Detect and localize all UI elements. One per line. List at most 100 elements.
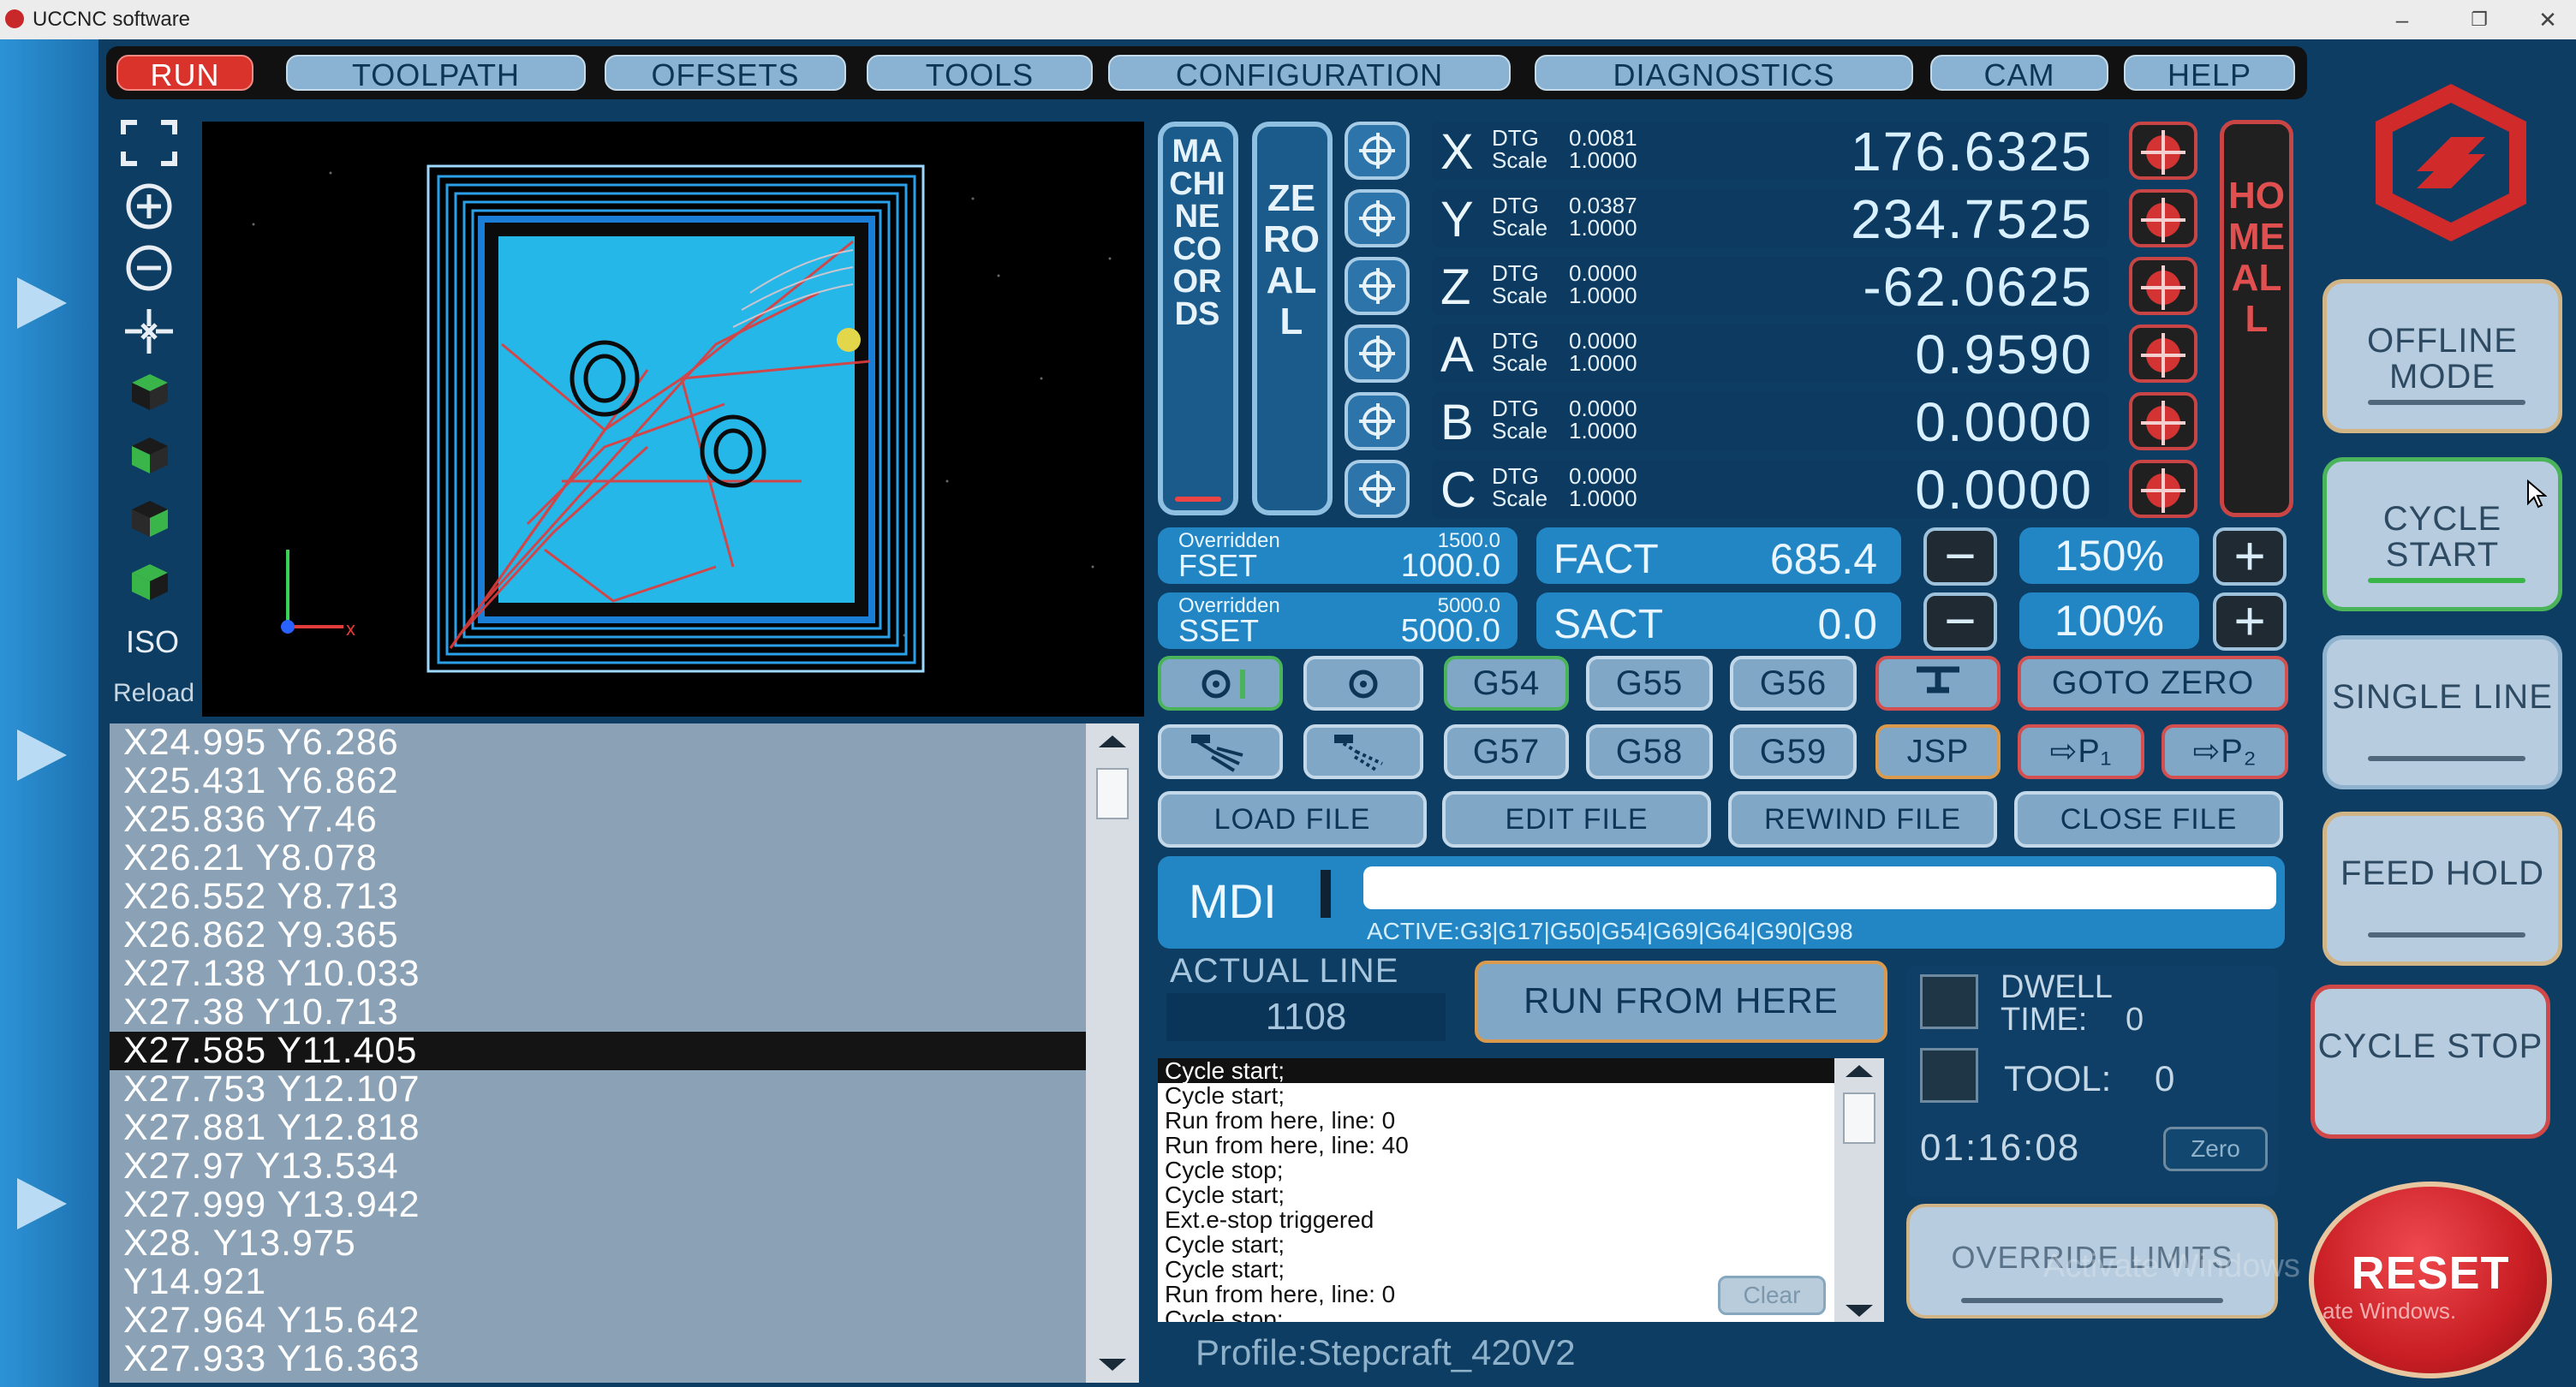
gcode-line[interactable]: X27.753 Y12.107 [110, 1070, 1086, 1109]
zero-z-button[interactable] [1345, 257, 1410, 315]
load-file-button[interactable]: LOAD FILE [1158, 791, 1427, 848]
scroll-thumb[interactable] [1096, 768, 1129, 819]
spindle-override-value[interactable]: 100% [2019, 592, 2199, 649]
close-file-button[interactable]: CLOSE FILE [2014, 791, 2283, 848]
fset-value[interactable]: 1000.0 [1401, 548, 1500, 585]
axis-position-value[interactable]: 0.0000 [1915, 461, 2093, 518]
gcode-line[interactable]: X27.933 Y16.363 [110, 1340, 1086, 1378]
axis-position-value[interactable]: 176.6325 [1851, 123, 2093, 180]
gcode-line[interactable]: X27.964 Y15.642 [110, 1301, 1086, 1340]
zero-a-button[interactable] [1345, 324, 1410, 383]
sset-value[interactable]: 5000.0 [1401, 613, 1500, 650]
zero-x-button[interactable] [1345, 122, 1410, 180]
toolpath-viewport[interactable]: x [202, 122, 1144, 717]
view-top-cube-icon[interactable] [128, 371, 171, 414]
gcode-line[interactable]: X27.38 Y10.713 [110, 993, 1086, 1032]
zero-c-button[interactable] [1345, 460, 1410, 518]
home-y-button[interactable] [2129, 189, 2197, 247]
g57-button[interactable]: G57 [1444, 724, 1569, 779]
zero-y-button[interactable] [1345, 189, 1410, 247]
view-side-cube-icon[interactable] [128, 497, 171, 540]
tab-toolpath[interactable]: TOOLPATH [286, 55, 586, 92]
pan-center-icon[interactable] [118, 306, 180, 357]
scale-value[interactable]: 1.0000 [1569, 420, 1637, 442]
gcode-line[interactable]: X27.999 Y13.942 [110, 1186, 1086, 1224]
message-log[interactable]: Cycle start; Cycle start; Run from here,… [1158, 1058, 1834, 1322]
tab-diagnostics[interactable]: DIAGNOSTICS [1535, 55, 1913, 92]
g55-button[interactable]: G55 [1586, 656, 1713, 711]
g56-button[interactable]: G56 [1730, 656, 1857, 711]
gcode-line[interactable]: X27.881 Y12.818 [110, 1109, 1086, 1147]
maximize-button[interactable]: ❐ [2449, 0, 2509, 39]
gcode-line[interactable]: X26.21 Y8.078 [110, 839, 1086, 878]
home-c-button[interactable] [2129, 460, 2197, 518]
goto-p2-button[interactable]: ⇨P₂ [2162, 724, 2288, 779]
gcode-line[interactable]: X26.862 Y9.365 [110, 916, 1086, 955]
scale-value[interactable]: 1.0000 [1569, 487, 1637, 509]
home-b-button[interactable] [2129, 392, 2197, 450]
clear-log-button[interactable]: Clear [1718, 1276, 1826, 1315]
view-iso-cube-icon[interactable] [128, 561, 171, 604]
probe-button[interactable] [1875, 656, 2001, 711]
rewind-file-button[interactable]: REWIND FILE [1728, 791, 1997, 848]
tab-offsets[interactable]: OFFSETS [605, 55, 846, 92]
goto-zero-button[interactable]: GOTO ZERO [2018, 656, 2288, 711]
view-front-cube-icon[interactable] [128, 434, 171, 477]
tab-run[interactable]: RUN [116, 55, 253, 92]
scroll-down-icon[interactable] [1846, 1305, 1873, 1317]
coolant-flood-button[interactable] [1158, 724, 1283, 779]
axis-position-value[interactable]: 0.9590 [1915, 326, 2093, 383]
feed-minus-button[interactable]: − [1923, 527, 1997, 586]
gcode-line[interactable]: X24.995 Y6.286 [110, 723, 1086, 762]
tab-tools[interactable]: TOOLS [867, 55, 1093, 92]
expand-arrow-icon[interactable] [17, 1178, 67, 1229]
expand-arrow-icon[interactable] [17, 729, 67, 781]
goto-p1-button[interactable]: ⇨P₁ [2018, 724, 2144, 779]
timer-zero-button[interactable]: Zero [2163, 1127, 2268, 1171]
log-scrollbar[interactable] [1834, 1058, 1884, 1322]
fset-box[interactable]: Overridden 1500.0 FSET 1000.0 [1158, 527, 1518, 584]
feed-plus-button[interactable]: + [2213, 527, 2287, 586]
feed-hold-button[interactable]: FEED HOLD [2323, 812, 2562, 966]
close-button[interactable]: ✕ [2518, 0, 2576, 39]
reload-button[interactable]: Reload [113, 679, 194, 708]
offline-mode-button[interactable]: OFFLINE MODE [2323, 279, 2562, 433]
g58-button[interactable]: G58 [1586, 724, 1713, 779]
home-x-button[interactable] [2129, 122, 2197, 180]
gcode-line[interactable]: X27.138 Y10.033 [110, 955, 1086, 993]
spindle-ccw-button[interactable] [1303, 656, 1423, 711]
mdi-input[interactable] [1363, 866, 2276, 909]
run-from-here-button[interactable]: RUN FROM HERE [1475, 961, 1887, 1043]
single-line-button[interactable]: SINGLE LINE [2323, 635, 2562, 789]
gcode-line[interactable]: X25.836 Y7.46 [110, 801, 1086, 839]
scroll-up-icon[interactable] [1099, 735, 1126, 747]
expand-arrow-icon[interactable] [17, 277, 67, 329]
feed-override-value[interactable]: 150% [2019, 527, 2199, 584]
scale-value[interactable]: 1.0000 [1569, 217, 1637, 239]
gcode-line[interactable]: X26.552 Y8.713 [110, 878, 1086, 916]
tab-configuration[interactable]: CONFIGURATION [1108, 55, 1511, 92]
reset-button[interactable]: RESET [2309, 1182, 2552, 1378]
axis-position-value[interactable]: -62.0625 [1863, 259, 2093, 315]
gcode-scrollbar[interactable] [1086, 723, 1139, 1383]
spindle-cw-button[interactable] [1158, 656, 1283, 711]
machine-coords-button[interactable]: MACHINE COORDS [1158, 122, 1238, 515]
gcode-line-selected[interactable]: X27.585 Y11.405 [110, 1032, 1086, 1070]
gcode-line[interactable]: X28. Y13.975 [110, 1224, 1086, 1263]
scroll-up-icon[interactable] [1846, 1065, 1873, 1077]
scale-value[interactable]: 1.0000 [1569, 352, 1637, 374]
edit-file-button[interactable]: EDIT FILE [1442, 791, 1711, 848]
gcode-line[interactable]: X25.431 Y6.862 [110, 762, 1086, 801]
axis-position-value[interactable]: 234.7525 [1851, 191, 2093, 247]
gcode-line[interactable]: X27.97 Y13.534 [110, 1147, 1086, 1186]
home-z-button[interactable] [2129, 257, 2197, 315]
tab-help[interactable]: HELP [2124, 55, 2295, 92]
actual-line-value[interactable]: 1108 [1166, 993, 1446, 1041]
coolant-mist-button[interactable] [1303, 724, 1423, 779]
jsp-button[interactable]: JSP [1875, 724, 2001, 779]
tab-cam[interactable]: CAM [1930, 55, 2108, 92]
spindle-minus-button[interactable]: − [1923, 592, 1997, 651]
spindle-plus-button[interactable]: + [2213, 592, 2287, 651]
sset-box[interactable]: Overridden 5000.0 SSET 5000.0 [1158, 592, 1518, 649]
scroll-thumb[interactable] [1843, 1092, 1875, 1144]
